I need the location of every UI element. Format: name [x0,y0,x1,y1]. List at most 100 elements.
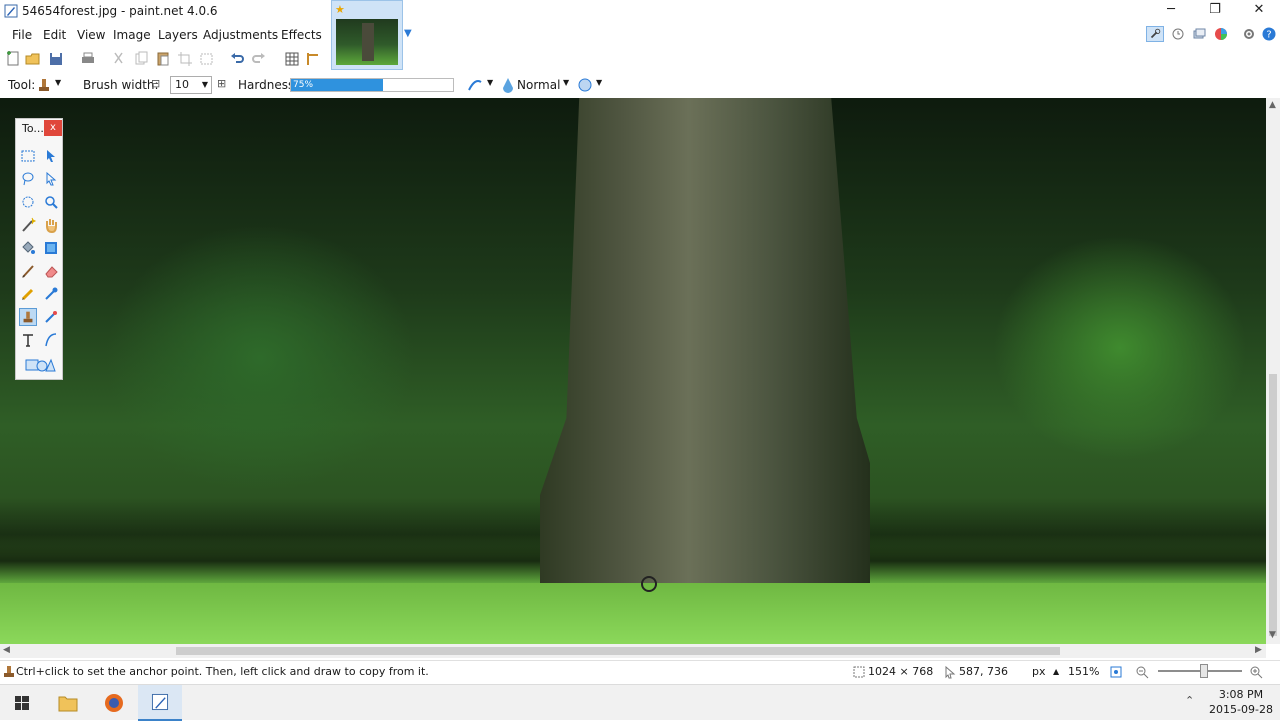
layers-window-icon[interactable] [1190,26,1208,42]
menu-bar: File Edit View Image Layers Adjustments … [0,24,330,46]
zoom-value[interactable]: 151% [1068,665,1099,678]
pan-hand-icon[interactable] [42,216,60,234]
status-hint: Ctrl+click to set the anchor point. Then… [16,665,429,678]
brush-width-value: 10 [175,78,189,91]
antialiasing-icon[interactable] [466,76,484,94]
hardness-value: 75% [293,80,314,90]
menu-view[interactable]: View [73,24,109,46]
menu-file[interactable]: File [8,24,37,46]
image-thumbnail [336,19,398,65]
blend-mode-dropdown-icon[interactable]: ▼ [563,78,569,87]
zoom-icon[interactable] [42,193,60,211]
firefox-icon[interactable] [92,685,136,721]
alpha-blending-dropdown-icon[interactable]: ▼ [596,78,602,87]
move-selection-icon[interactable] [42,147,60,165]
zoom-to-window-icon[interactable] [1108,664,1124,680]
image-size-icon [853,666,865,678]
recolor-icon[interactable] [42,308,60,326]
grid-icon[interactable] [283,50,301,68]
system-tray-expand-icon[interactable]: ⌃ [1185,694,1194,707]
units-dropdown-icon[interactable]: ▲ [1053,667,1059,676]
menu-edit[interactable]: Edit [39,24,70,46]
ellipse-select-icon[interactable] [19,193,37,211]
tools-window-toggle-icon[interactable] [1146,26,1164,42]
scroll-right-icon[interactable]: ▶ [1255,645,1262,655]
text-tool-icon[interactable] [19,331,37,349]
clock-date: 2015-09-28 [1209,703,1273,716]
shapes-icon[interactable] [24,356,56,374]
image-list-dropdown-icon[interactable]: ▼ [404,28,416,40]
brush-increase-icon[interactable]: ⊞ [217,77,226,90]
maximize-button[interactable]: ❐ [1194,0,1236,22]
menu-layers[interactable]: Layers [154,24,202,46]
units-select[interactable]: px [1032,665,1046,678]
brush-width-label: Brush width: [83,78,159,92]
tools-window-close-button[interactable]: x [44,120,62,136]
redo-icon[interactable] [250,50,268,68]
scroll-down-icon[interactable]: ▼ [1269,630,1276,640]
lasso-select-icon[interactable] [19,170,37,188]
horizontal-scrollbar[interactable]: ◀ ▶ [0,644,1266,658]
magic-wand-icon[interactable] [19,216,37,234]
image-tab[interactable]: ★ [331,0,403,70]
rectangle-select-icon[interactable] [19,147,37,165]
antialiasing-dropdown-icon[interactable]: ▼ [487,78,493,87]
cursor-position: 587, 736 [959,665,1008,678]
windows-start-icon[interactable] [0,685,44,721]
taskbar-clock[interactable]: 3:08 PM 2015-09-28 [1208,687,1274,717]
paintbrush-icon[interactable] [19,262,37,280]
menu-adjustments[interactable]: Adjustments [199,24,282,46]
menu-image[interactable]: Image [109,24,155,46]
settings-gear-icon[interactable] [1240,26,1258,42]
alpha-blending-icon[interactable] [576,76,594,94]
brush-decrease-icon[interactable]: ⊟ [151,77,160,90]
vertical-scrollbar[interactable]: ▲ ▼ [1266,98,1280,644]
minimize-button[interactable]: ─ [1150,0,1192,22]
horizontal-scroll-thumb[interactable] [176,647,1060,655]
grass-area [0,583,1266,644]
crop-to-selection-icon[interactable] [176,50,194,68]
vertical-scroll-thumb[interactable] [1269,374,1277,636]
history-window-icon[interactable] [1169,26,1187,42]
paint-bucket-icon[interactable] [19,239,37,257]
hardness-slider[interactable]: 75% [290,78,454,92]
print-icon[interactable] [79,50,97,68]
color-picker-icon[interactable] [42,285,60,303]
copy-icon[interactable] [132,50,150,68]
paintnet-taskbar-icon[interactable] [138,685,182,721]
gradient-icon[interactable] [42,239,60,257]
file-explorer-icon[interactable] [46,685,90,721]
help-icon[interactable]: ? [1260,26,1278,42]
cut-icon[interactable] [110,50,128,68]
zoom-in-icon[interactable] [1248,664,1264,680]
open-image-icon[interactable] [24,50,42,68]
move-selected-icon[interactable] [42,170,60,188]
save-icon[interactable] [47,50,65,68]
taskbar: ⌃ [0,684,1280,721]
menu-effects[interactable]: Effects [277,24,326,46]
brush-width-select[interactable]: 10 ▼ [170,76,212,94]
new-image-icon[interactable] [4,50,22,68]
zoom-slider-thumb[interactable] [1200,664,1208,678]
blend-mode-value[interactable]: Normal [517,78,560,92]
line-curve-icon[interactable] [42,331,60,349]
tool-dropdown-icon[interactable]: ▼ [55,78,61,87]
cursor-position-icon [945,665,956,679]
clone-stamp-tool-icon[interactable] [35,76,53,94]
colors-window-icon[interactable] [1212,26,1230,42]
ruler-icon[interactable] [304,50,322,68]
status-bar: Ctrl+click to set the anchor point. Then… [0,660,1280,682]
scroll-left-icon[interactable]: ◀ [3,645,10,655]
eraser-icon[interactable] [42,262,60,280]
close-button[interactable]: ✕ [1238,0,1280,22]
pencil-icon[interactable] [19,285,37,303]
scroll-up-icon[interactable]: ▲ [1269,100,1276,110]
image-canvas[interactable] [0,98,1266,644]
undo-icon[interactable] [228,50,246,68]
title-bar: 54654forest.jpg - paint.net 4.0.6 ─ ❐ ✕ [0,0,1280,22]
deselect-icon[interactable] [198,50,216,68]
paste-icon[interactable] [154,50,172,68]
clone-stamp-icon[interactable] [19,308,37,326]
zoom-out-icon[interactable] [1134,664,1150,680]
tree-trunk [540,98,870,644]
